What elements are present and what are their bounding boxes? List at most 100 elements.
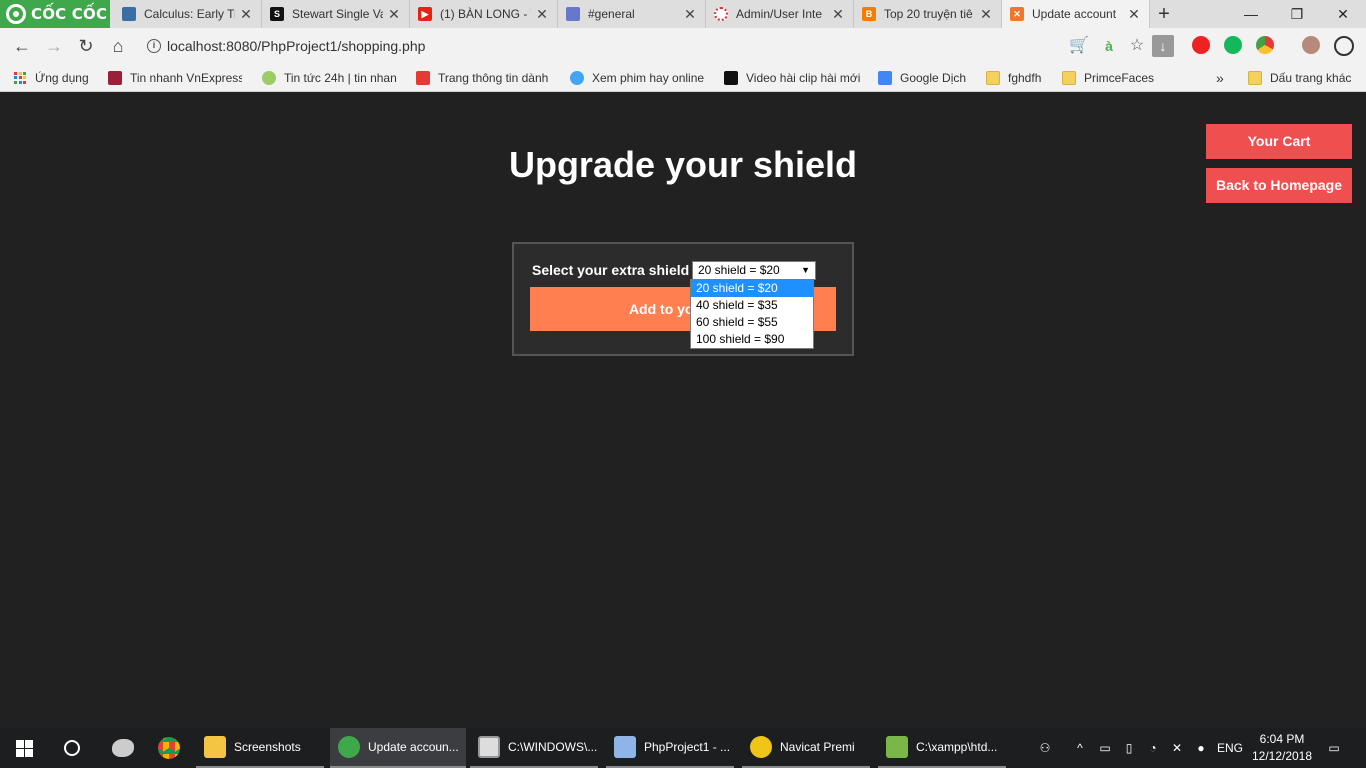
restore-button[interactable]: ❐ [1274, 0, 1320, 28]
taskbar-app-cmd[interactable]: C:\WINDOWS\... [470, 728, 598, 768]
home-button[interactable]: ⌂ [106, 34, 130, 58]
coccoc-icon [338, 736, 360, 758]
people-icon[interactable]: ⚇ [1032, 728, 1058, 768]
chat-icon [566, 7, 580, 21]
bookmark-thong-tin[interactable]: Trang thông tin dành [416, 64, 552, 92]
clip-icon [724, 71, 738, 85]
close-icon[interactable]: ✕ [239, 6, 253, 23]
close-window-button[interactable]: ✕ [1320, 0, 1366, 28]
grammarly-icon[interactable] [1224, 36, 1242, 54]
dropdown-arrow-icon: ▼ [801, 265, 810, 275]
taskbar-app-label: C:\WINDOWS\... [508, 740, 598, 754]
close-icon[interactable]: ✕ [535, 6, 549, 23]
cortana-circle-icon [64, 740, 80, 756]
news-icon [262, 71, 276, 85]
download-icon[interactable]: ↓ [1152, 35, 1174, 57]
back-button[interactable]: ← [10, 34, 34, 58]
volume-muted-icon[interactable]: ✕ [1166, 728, 1188, 768]
profile-circle-icon[interactable] [1334, 36, 1354, 56]
shield-option[interactable]: 20 shield = $20 [691, 280, 813, 297]
page-title: Upgrade your shield [508, 144, 858, 185]
tab-general[interactable]: #general ✕ [558, 0, 706, 28]
close-icon[interactable]: ✕ [831, 6, 845, 23]
new-tab-button[interactable]: + [1152, 3, 1176, 25]
minimize-button[interactable]: — [1228, 0, 1274, 28]
translate-icon[interactable]: à [1098, 32, 1120, 60]
taskbar-app-label: Update accoun... [368, 740, 459, 754]
language-indicator[interactable]: ENG [1214, 728, 1246, 768]
tab-title: Calculus: Early Tr [144, 7, 235, 21]
weather-icon[interactable]: ● [1190, 728, 1212, 768]
page-content: Upgrade your shield Your Cart Back to Ho… [0, 96, 1366, 728]
reload-button[interactable]: ↻ [74, 34, 98, 58]
bookmark-apps[interactable]: Ứng dụng [14, 64, 98, 92]
taskbar-app-screenshots[interactable]: Screenshots [196, 728, 324, 768]
shield-select[interactable]: 20 shield = $20 ▼ [692, 261, 816, 280]
navicat-icon [750, 736, 772, 758]
close-icon[interactable]: ✕ [979, 6, 993, 23]
extension-icon[interactable] [1256, 36, 1274, 54]
tab-calculus[interactable]: Calculus: Early Tr ✕ [114, 0, 262, 28]
shield-options-list[interactable]: 20 shield = $20 40 shield = $35 60 shiel… [690, 279, 814, 349]
taskbar-app-notepad[interactable]: C:\xampp\htd... [878, 728, 1006, 768]
shield-select-value: 20 shield = $20 [698, 263, 780, 277]
bookmark-vnexpress[interactable]: Tin nhanh VnExpress [108, 64, 242, 92]
close-icon[interactable]: ✕ [1127, 6, 1141, 23]
cortana-button[interactable] [48, 728, 96, 768]
tab-update-account[interactable]: ✕ Update account ✕ [1002, 0, 1150, 28]
taskbar-app-label: Navicat Premi [780, 740, 855, 754]
shopping-cart-icon[interactable]: 🛒 [1068, 32, 1090, 60]
folder-icon [1248, 71, 1262, 85]
avatar[interactable] [1302, 36, 1320, 54]
info-icon[interactable]: i [147, 39, 161, 53]
keyboard-icon[interactable]: ▭ [1094, 728, 1116, 768]
shield-option[interactable]: 100 shield = $90 [691, 331, 813, 348]
tab-youtube[interactable]: ▶ (1) BÀN LONG - T ✕ [410, 0, 558, 28]
folder-icon [204, 736, 226, 758]
system-clock[interactable]: 6:04 PM 12/12/2018 [1246, 731, 1318, 765]
bookmarks-bar: Ứng dụng Tin nhanh VnExpress Tin tức 24h… [0, 64, 1366, 92]
browser-brand[interactable]: CỐC CỐC [0, 0, 110, 28]
close-icon[interactable]: ✕ [387, 6, 401, 23]
bookmark-folder-other[interactable]: Dấu trang khác [1248, 64, 1358, 92]
folder-icon [1062, 71, 1076, 85]
shield-option[interactable]: 40 shield = $35 [691, 297, 813, 314]
star-icon[interactable]: ☆ [1126, 32, 1148, 60]
chrome-icon[interactable] [146, 728, 192, 768]
more-bookmarks-button[interactable]: » [1216, 64, 1228, 92]
bookmark-folder-primcefaces[interactable]: PrimceFaces [1062, 64, 1158, 92]
tab-stewart[interactable]: S Stewart Single Va ✕ [262, 0, 410, 28]
shield-option[interactable]: 60 shield = $55 [691, 314, 813, 331]
battery-icon[interactable]: ▯ [1118, 728, 1140, 768]
tab-admin[interactable]: Admin/User Inte ✕ [706, 0, 854, 28]
taskbar-app-update-account[interactable]: Update accoun... [330, 728, 466, 768]
bookmark-24h[interactable]: Tin tức 24h | tin nhan [262, 64, 398, 92]
wifi-icon[interactable]: ◔ [1142, 728, 1164, 768]
back-to-homepage-button[interactable]: Back to Homepage [1206, 168, 1352, 203]
taskbar-app-label: Screenshots [234, 740, 301, 754]
bookmark-label: PrimceFaces [1084, 71, 1155, 85]
bookmark-google-translate[interactable]: Google Dịch [878, 64, 972, 92]
xampp-icon: ✕ [1010, 7, 1024, 21]
taskbar-app-navicat[interactable]: Navicat Premi [742, 728, 870, 768]
your-cart-button[interactable]: Your Cart [1206, 124, 1352, 159]
bookmark-video[interactable]: Video hài clip hài mới [724, 64, 860, 92]
tab-title: Top 20 truyện tiê [884, 7, 973, 21]
bookmark-folder-fghdfh[interactable]: fghdfh [986, 64, 1050, 92]
address-bar[interactable]: i localhost:8080/PhpProject1/shopping.ph… [140, 32, 1176, 60]
bookmark-phim[interactable]: Xem phim hay online [570, 64, 706, 92]
taskbar-app-phpproject[interactable]: PhpProject1 - ... [606, 728, 734, 768]
start-button[interactable] [0, 728, 48, 768]
action-center-icon[interactable]: ▭ [1320, 728, 1348, 768]
clock-time: 6:04 PM [1259, 732, 1305, 746]
tab-blogger[interactable]: B Top 20 truyện tiê ✕ [854, 0, 1002, 28]
tab-title: Stewart Single Va [292, 7, 383, 21]
forward-button[interactable]: → [42, 34, 66, 58]
paint-icon[interactable] [100, 728, 146, 768]
url-text[interactable]: localhost:8080/PhpProject1/shopping.php [167, 38, 425, 54]
tab-title: Admin/User Inte [736, 7, 823, 21]
bookmark-label: Ứng dụng [35, 71, 89, 85]
chevron-up-icon[interactable]: ^ [1068, 728, 1092, 768]
opera-icon[interactable] [1192, 36, 1210, 54]
close-icon[interactable]: ✕ [683, 6, 697, 23]
